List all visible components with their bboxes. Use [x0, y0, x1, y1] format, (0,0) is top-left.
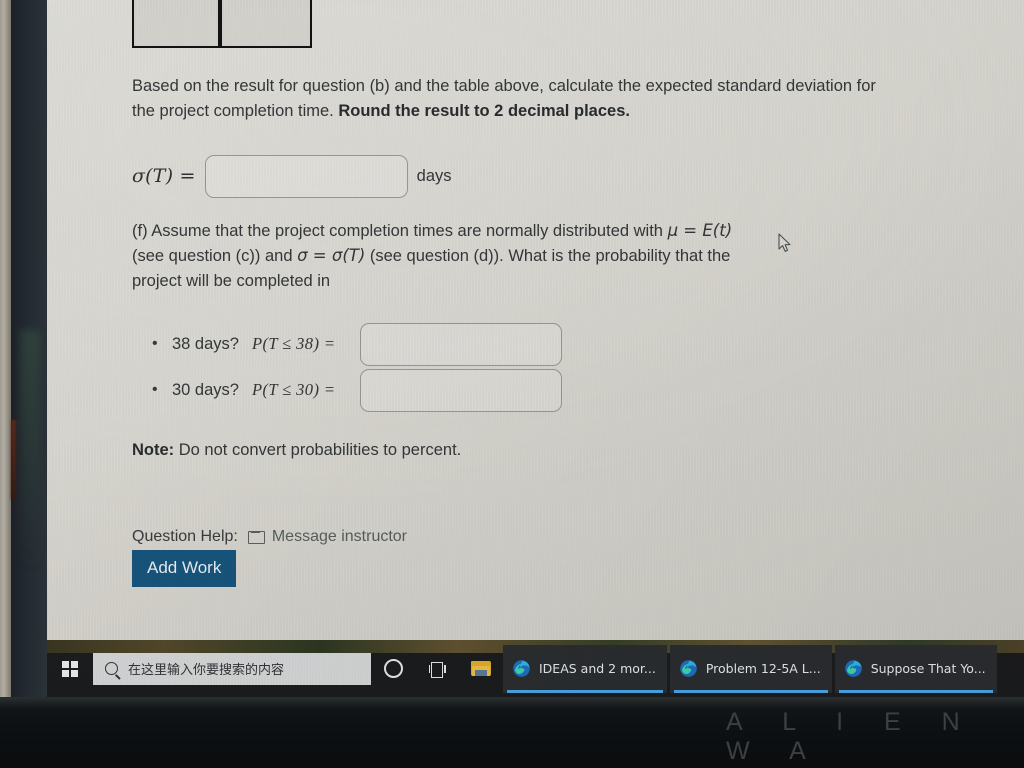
question-b-bold1: Round the result to 2 decimal — [338, 101, 570, 120]
bullet-marker: • — [152, 381, 158, 398]
windows-logo-icon — [62, 660, 78, 677]
windows-taskbar: 在这里输入你要搜索的内容 IDEAS and 2 mor... Problem … — [47, 640, 1024, 697]
note-text: Do not convert probabilities to percent. — [174, 441, 462, 459]
taskbar-window-edge-3[interactable]: Suppose That Yo... — [834, 644, 997, 693]
note-line: Note: Do not convert probabilities to pe… — [132, 438, 461, 463]
bullet-days-label-38: 38 days? — [172, 334, 239, 353]
question-f-line1-text: (f) Assume that the project completion t… — [132, 222, 668, 240]
edge-browser-icon — [680, 660, 697, 677]
task-view-icon — [428, 661, 446, 678]
question-b-line1: Based on the result for question (b) and… — [132, 77, 713, 95]
question-f-mu-expression: μ = E(t) — [667, 221, 733, 240]
sigma-input[interactable] — [204, 155, 408, 198]
taskbar-window-label: IDEAS and 2 mor... — [539, 661, 656, 676]
bezel-glow-reflection — [20, 330, 40, 570]
taskbar-window-edge-1[interactable]: IDEAS and 2 mor... — [503, 644, 667, 693]
sigma-label: σ(T) = — [132, 165, 196, 188]
laptop-screen: J 0.94 Based on the result for question … — [47, 0, 1024, 697]
list-item: • 38 days? P(T ≤ 38) = — [152, 322, 612, 366]
question-b-bold2: places. — [574, 101, 630, 120]
envelope-icon — [247, 530, 265, 544]
file-explorer-folder-icon — [471, 661, 491, 676]
probability-input-38[interactable] — [360, 322, 562, 366]
question-b-prompt: Based on the result for question (b) and… — [132, 74, 892, 124]
sigma-units-label: days — [416, 167, 452, 186]
sigma-answer-row: σ(T) = days — [132, 155, 452, 198]
question-f-line2-text-b: (see question (d)). What is the probabil… — [365, 246, 731, 265]
message-instructor-link[interactable]: Message instructor — [247, 525, 408, 549]
question-f-line2-text-a: (see question (c)) and — [132, 246, 298, 265]
table-cell-activity-value: 0.94 — [220, 0, 312, 48]
edge-browser-icon — [513, 660, 530, 677]
question-f-prompt: (f) Assume that the project completion t… — [132, 219, 892, 293]
table-row: J 0.94 — [132, 0, 312, 48]
search-icon — [105, 662, 118, 675]
bullet-days-label-30: 30 days? — [172, 380, 239, 399]
taskbar-window-label: Problem 12-5A L... — [705, 661, 821, 676]
search-placeholder-text: 在这里输入你要搜索的内容 — [128, 663, 285, 678]
bullet-marker: • — [152, 335, 158, 352]
screenshot-root: J 0.94 Based on the result for question … — [0, 0, 1024, 768]
probability-label-30: P(T ≤ 30) = — [252, 379, 336, 399]
cortana-circle-icon — [383, 659, 403, 678]
probability-answer-list: • 38 days? P(T ≤ 38) = • 30 days? P(T ≤ … — [152, 322, 612, 414]
search-input[interactable]: 在这里输入你要搜索的内容 — [93, 652, 371, 685]
question-f-line3-text: project will be completed in — [132, 271, 331, 290]
question-help-row: Question Help: Message instructor — [132, 525, 407, 549]
laptop-left-outer-strip — [0, 0, 11, 768]
laptop-brand-label: A L I E N W A — [726, 708, 977, 765]
table-cell-activity-label: J — [132, 0, 220, 48]
probability-label-38: P(T ≤ 38) = — [252, 333, 336, 353]
probability-input-30[interactable] — [360, 368, 562, 412]
question-f-sigma-expression: σ = σ(T) — [297, 245, 366, 265]
browser-page-content: J 0.94 Based on the result for question … — [47, 0, 1024, 640]
note-label: Note: — [132, 441, 175, 459]
taskbar-window-label: Suppose That Yo... — [870, 661, 986, 676]
add-work-button[interactable]: Add Work — [132, 550, 237, 587]
taskbar-window-edge-2[interactable]: Problem 12-5A L... — [669, 644, 832, 693]
list-item: • 30 days? P(T ≤ 30) = — [152, 368, 612, 412]
question-help-label: Question Help: — [132, 528, 238, 545]
bezel-red-reflection — [11, 420, 16, 500]
activity-table-fragment: J 0.94 — [132, 0, 312, 48]
message-instructor-label: Message instructor — [271, 528, 408, 545]
edge-browser-icon — [844, 660, 862, 677]
